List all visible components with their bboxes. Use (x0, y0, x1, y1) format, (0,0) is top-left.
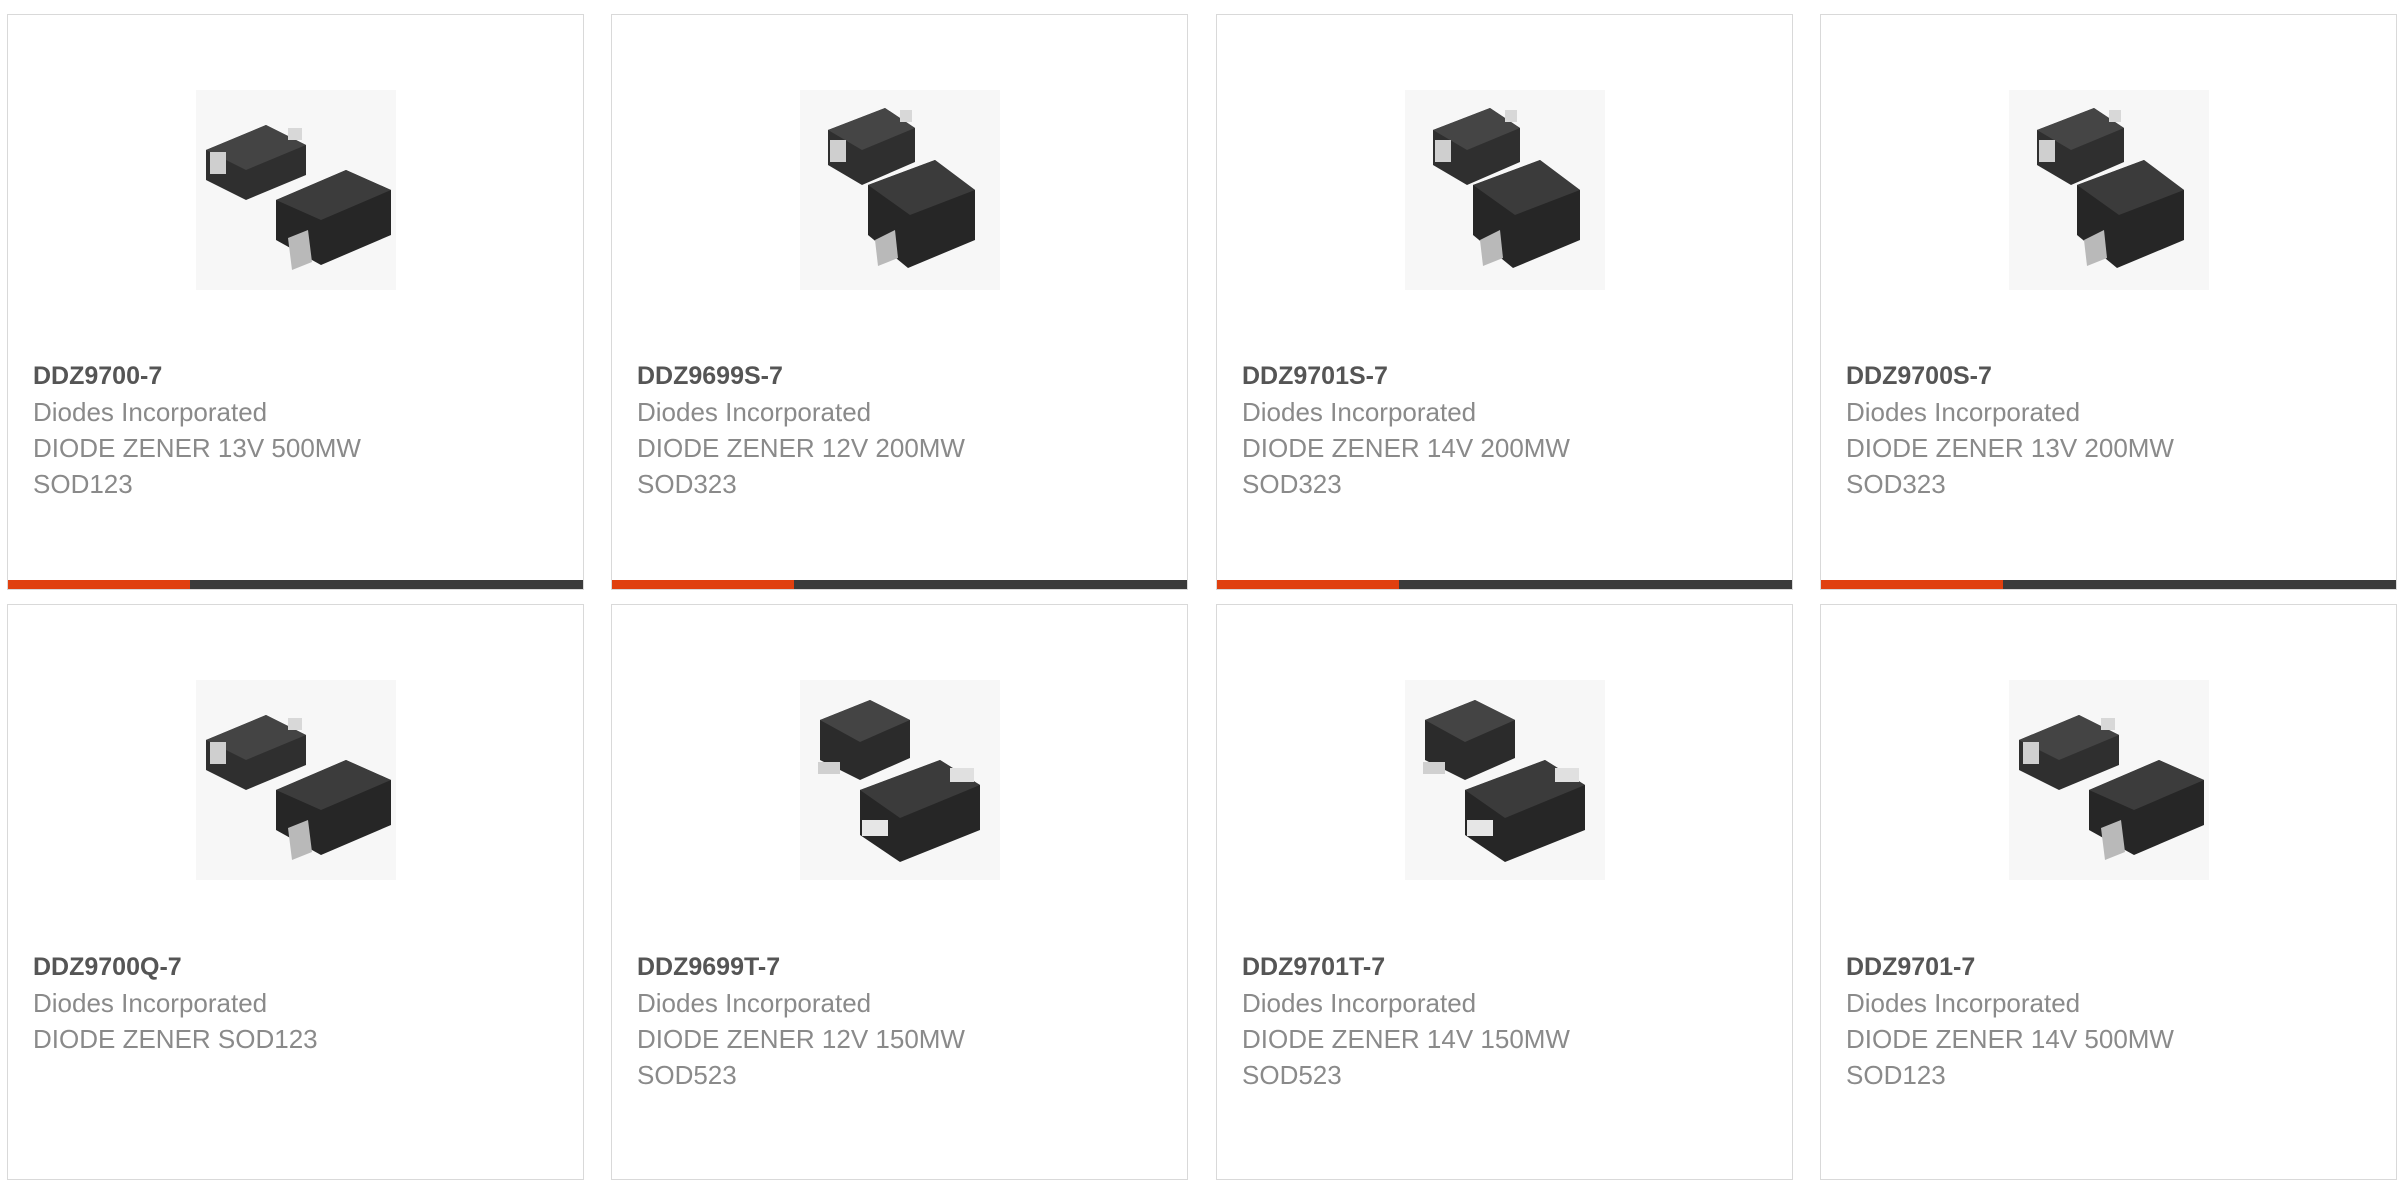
product-image[interactable] (800, 90, 1000, 290)
product-info: DDZ9700-7 Diodes Incorporated DIODE ZENE… (33, 358, 553, 502)
description-line-1: DIODE ZENER 14V 150MW (1242, 1024, 1570, 1054)
description-line-2: SOD523 (1242, 1060, 1342, 1090)
card-accent-bar (1821, 580, 2396, 589)
product-image[interactable] (2009, 90, 2209, 290)
description-line-2: SOD323 (1846, 469, 1946, 499)
product-image[interactable] (196, 680, 396, 880)
part-number[interactable]: DDZ9699S-7 (637, 358, 1157, 394)
product-card[interactable]: DDZ9701T-7 Diodes Incorporated DIODE ZEN… (1216, 604, 1793, 1180)
sod323-package-icon (828, 108, 975, 268)
product-card[interactable]: DDZ9701S-7 Diodes Incorporated DIODE ZEN… (1216, 14, 1793, 590)
manufacturer: Diodes Incorporated (33, 988, 268, 1018)
product-image[interactable] (800, 680, 1000, 880)
product-info: DDZ9700Q-7 Diodes Incorporated DIODE ZEN… (33, 949, 553, 1057)
card-accent-fill (8, 580, 190, 589)
sod323-package-icon (1433, 108, 1580, 268)
part-number[interactable]: DDZ9701S-7 (1242, 358, 1762, 394)
product-grid: DDZ9700-7 Diodes Incorporated DIODE ZENE… (0, 0, 2400, 1180)
description-line-1: DIODE ZENER 12V 200MW (637, 433, 965, 463)
sod523-package-icon (818, 700, 980, 862)
product-card[interactable]: DDZ9700S-7 Diodes Incorporated DIODE ZEN… (1820, 14, 2397, 590)
sod323-package-icon (2037, 108, 2184, 268)
description-line-1: DIODE ZENER 14V 500MW (1846, 1024, 2174, 1054)
card-accent-fill (1821, 580, 2003, 589)
product-card[interactable]: DDZ9700-7 Diodes Incorporated DIODE ZENE… (7, 14, 584, 590)
description-line-2: SOD523 (637, 1060, 737, 1090)
sod123-package-icon (2019, 715, 2204, 860)
product-image[interactable] (1405, 90, 1605, 290)
sod123-package-icon (206, 715, 391, 860)
manufacturer: Diodes Incorporated (1846, 397, 2081, 427)
manufacturer: Diodes Incorporated (1242, 988, 1477, 1018)
sod123-package-icon (206, 125, 391, 270)
part-number[interactable]: DDZ9701T-7 (1242, 949, 1762, 985)
description-line-2: SOD123 (1846, 1060, 1946, 1090)
manufacturer: Diodes Incorporated (1242, 397, 1477, 427)
product-card[interactable]: DDZ9699T-7 Diodes Incorporated DIODE ZEN… (611, 604, 1188, 1180)
product-info: DDZ9700S-7 Diodes Incorporated DIODE ZEN… (1846, 358, 2366, 502)
description-line-2: SOD123 (33, 469, 133, 499)
product-card[interactable]: DDZ9700Q-7 Diodes Incorporated DIODE ZEN… (7, 604, 584, 1180)
part-number[interactable]: DDZ9700-7 (33, 358, 553, 394)
card-accent-bar (8, 580, 583, 589)
product-info: DDZ9699T-7 Diodes Incorporated DIODE ZEN… (637, 949, 1157, 1093)
card-accent-bar (1217, 580, 1792, 589)
card-accent-fill (612, 580, 794, 589)
description-line-1: DIODE ZENER 14V 200MW (1242, 433, 1570, 463)
manufacturer: Diodes Incorporated (33, 397, 268, 427)
product-info: DDZ9701T-7 Diodes Incorporated DIODE ZEN… (1242, 949, 1762, 1093)
sod523-package-icon (1423, 700, 1585, 862)
part-number[interactable]: DDZ9700S-7 (1846, 358, 2366, 394)
manufacturer: Diodes Incorporated (637, 397, 872, 427)
description-line-1: DIODE ZENER 13V 200MW (1846, 433, 2174, 463)
description-line-1: DIODE ZENER 12V 150MW (637, 1024, 965, 1054)
product-image[interactable] (196, 90, 396, 290)
description-line-1: DIODE ZENER 13V 500MW (33, 433, 361, 463)
product-info: DDZ9699S-7 Diodes Incorporated DIODE ZEN… (637, 358, 1157, 502)
product-card[interactable]: DDZ9701-7 Diodes Incorporated DIODE ZENE… (1820, 604, 2397, 1180)
part-number[interactable]: DDZ9699T-7 (637, 949, 1157, 985)
card-accent-bar (612, 580, 1187, 589)
manufacturer: Diodes Incorporated (637, 988, 872, 1018)
product-image[interactable] (1405, 680, 1605, 880)
product-info: DDZ9701S-7 Diodes Incorporated DIODE ZEN… (1242, 358, 1762, 502)
part-number[interactable]: DDZ9700Q-7 (33, 949, 553, 985)
manufacturer: Diodes Incorporated (1846, 988, 2081, 1018)
product-info: DDZ9701-7 Diodes Incorporated DIODE ZENE… (1846, 949, 2366, 1093)
card-accent-fill (1217, 580, 1399, 589)
description-line-1: DIODE ZENER SOD123 (33, 1024, 318, 1054)
description-line-2: SOD323 (1242, 469, 1342, 499)
product-image[interactable] (2009, 680, 2209, 880)
product-card[interactable]: DDZ9699S-7 Diodes Incorporated DIODE ZEN… (611, 14, 1188, 590)
description-line-2: SOD323 (637, 469, 737, 499)
part-number[interactable]: DDZ9701-7 (1846, 949, 2366, 985)
